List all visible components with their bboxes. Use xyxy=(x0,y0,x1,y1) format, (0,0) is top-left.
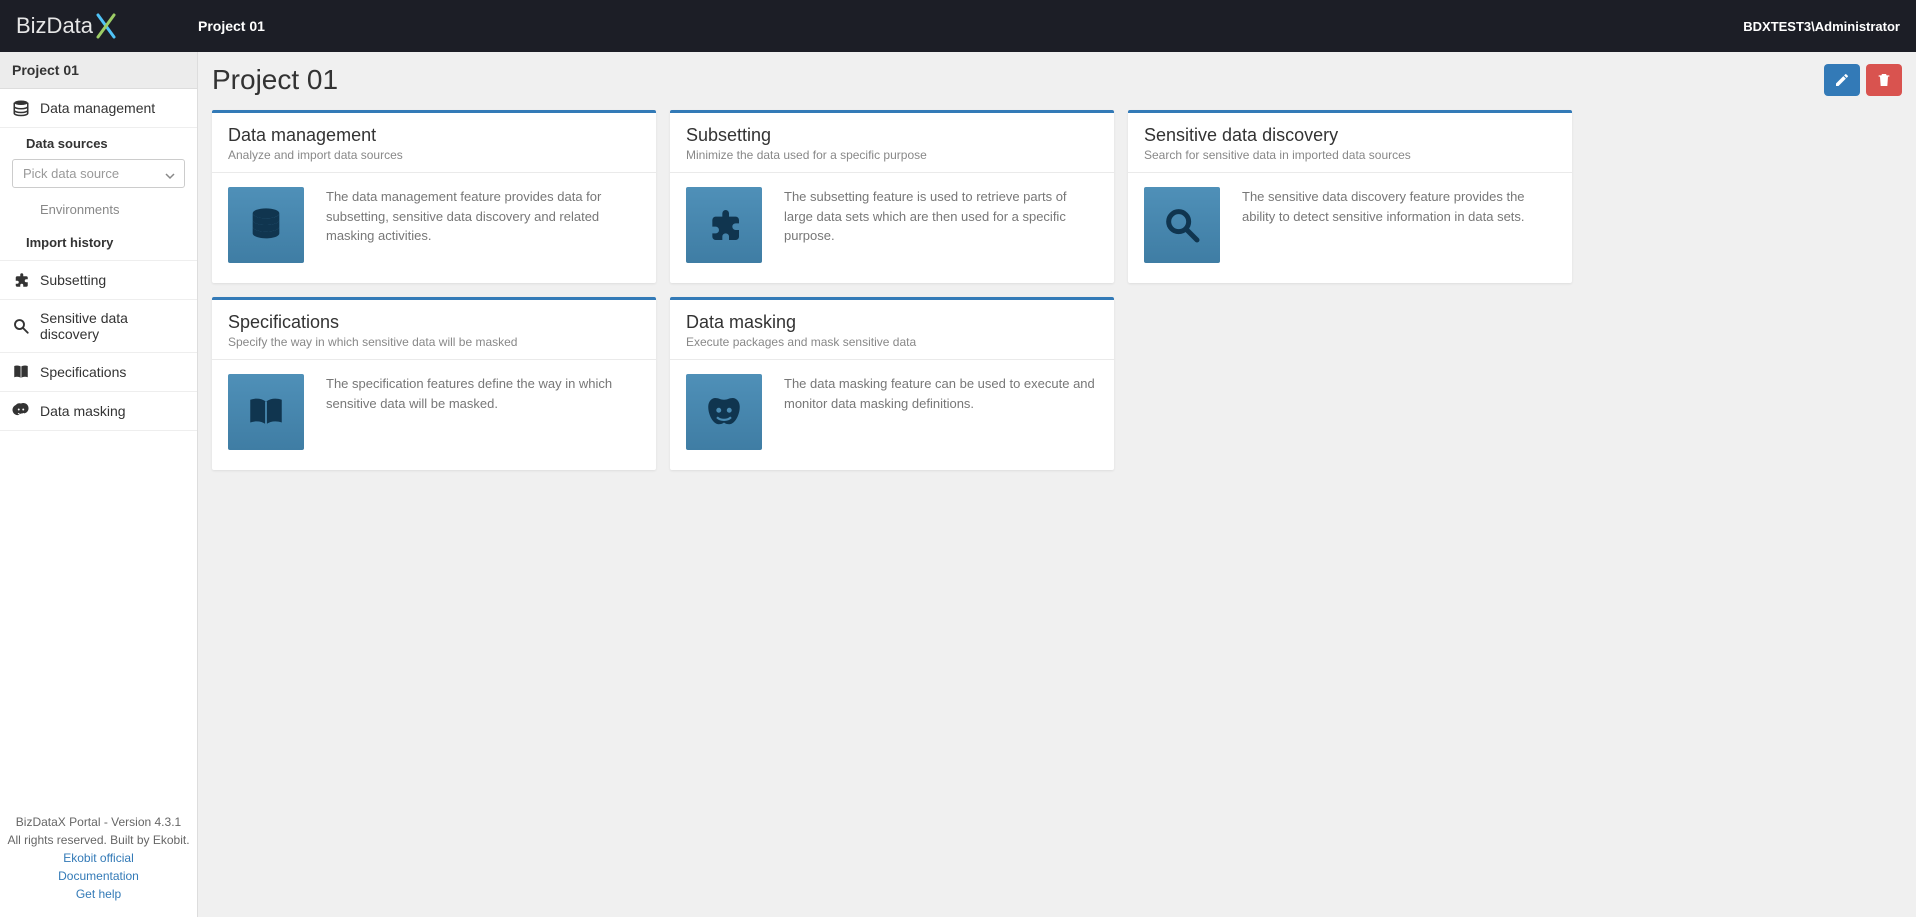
card-title: Data management xyxy=(228,125,640,146)
brand-prefix: BizData xyxy=(16,13,93,39)
edit-button[interactable] xyxy=(1824,64,1860,96)
puzzle-icon xyxy=(686,187,762,263)
data-source-select-placeholder: Pick data source xyxy=(23,166,119,181)
sidebar-item-data-masking[interactable]: Data masking xyxy=(0,392,197,431)
card-description: The sensitive data discovery feature pro… xyxy=(1242,187,1556,226)
card-subtitle: Search for sensitive data in imported da… xyxy=(1144,148,1556,162)
puzzle-icon xyxy=(12,271,30,289)
sidebar-item-subsetting[interactable]: Subsetting xyxy=(0,261,197,300)
card-description: The specification features define the wa… xyxy=(326,374,640,413)
sidebar-item-label: Data management xyxy=(40,100,155,116)
card-subsetting[interactable]: Subsetting Minimize the data used for a … xyxy=(670,110,1114,283)
card-title: Specifications xyxy=(228,312,640,333)
sidebar-subhead-data-sources: Data sources xyxy=(0,128,197,155)
sidebar-item-label: Data masking xyxy=(40,403,126,419)
database-icon xyxy=(228,187,304,263)
sidebar: Project 01 Data management Data sources … xyxy=(0,52,198,917)
card-data-management[interactable]: Data management Analyze and import data … xyxy=(212,110,656,283)
card-description: The subsetting feature is used to retrie… xyxy=(784,187,1098,246)
page-title: Project 01 xyxy=(212,64,338,96)
sidebar-link-environments[interactable]: Environments xyxy=(0,196,197,227)
sidebar-project-name: Project 01 xyxy=(0,52,197,89)
book-icon xyxy=(12,363,30,381)
book-icon xyxy=(228,374,304,450)
footer-rights: All rights reserved. Built by Ekobit. xyxy=(6,831,191,849)
mask-icon xyxy=(686,374,762,450)
card-subtitle: Analyze and import data sources xyxy=(228,148,640,162)
trash-icon xyxy=(1876,72,1892,88)
sidebar-footer: BizDataX Portal - Version 4.3.1 All righ… xyxy=(0,803,197,917)
sidebar-item-label: Subsetting xyxy=(40,272,106,288)
card-specifications[interactable]: Specifications Specify the way in which … xyxy=(212,297,656,470)
edit-icon xyxy=(1834,72,1850,88)
sidebar-item-label: Sensitive data discovery xyxy=(40,310,185,342)
footer-link-documentation[interactable]: Documentation xyxy=(6,867,191,885)
footer-link-ekobit[interactable]: Ekobit official xyxy=(6,849,191,867)
sidebar-item-label: Specifications xyxy=(40,364,126,380)
card-title: Data masking xyxy=(686,312,1098,333)
main-content: Project 01 Data management Analyze and i… xyxy=(198,52,1916,917)
card-title: Sensitive data discovery xyxy=(1144,125,1556,146)
search-icon xyxy=(1144,187,1220,263)
brand-logo[interactable]: BizData xyxy=(16,13,198,39)
footer-version: BizDataX Portal - Version 4.3.1 xyxy=(6,813,191,831)
brand-x-icon xyxy=(95,13,117,39)
card-subtitle: Minimize the data used for a specific pu… xyxy=(686,148,1098,162)
delete-button[interactable] xyxy=(1866,64,1902,96)
search-icon xyxy=(12,317,30,335)
data-source-select[interactable]: Pick data source xyxy=(12,159,185,188)
footer-link-get-help[interactable]: Get help xyxy=(6,885,191,903)
mask-icon xyxy=(12,402,30,420)
card-subtitle: Specify the way in which sensitive data … xyxy=(228,335,640,349)
card-data-masking[interactable]: Data masking Execute packages and mask s… xyxy=(670,297,1114,470)
card-sensitive-discovery[interactable]: Sensitive data discovery Search for sens… xyxy=(1128,110,1572,283)
sidebar-item-sensitive-discovery[interactable]: Sensitive data discovery xyxy=(0,300,197,353)
sidebar-item-specifications[interactable]: Specifications xyxy=(0,353,197,392)
card-subtitle: Execute packages and mask sensitive data xyxy=(686,335,1098,349)
topbar-user[interactable]: BDXTEST3\Administrator xyxy=(1743,19,1900,34)
topbar-project-title: Project 01 xyxy=(198,18,265,34)
card-title: Subsetting xyxy=(686,125,1098,146)
card-description: The data masking feature can be used to … xyxy=(784,374,1098,413)
sidebar-link-import-history[interactable]: Import history xyxy=(0,227,197,261)
card-description: The data management feature provides dat… xyxy=(326,187,640,246)
sidebar-item-data-management[interactable]: Data management xyxy=(0,89,197,128)
database-icon xyxy=(12,99,30,117)
topbar: BizData Project 01 BDXTEST3\Administrato… xyxy=(0,0,1916,52)
